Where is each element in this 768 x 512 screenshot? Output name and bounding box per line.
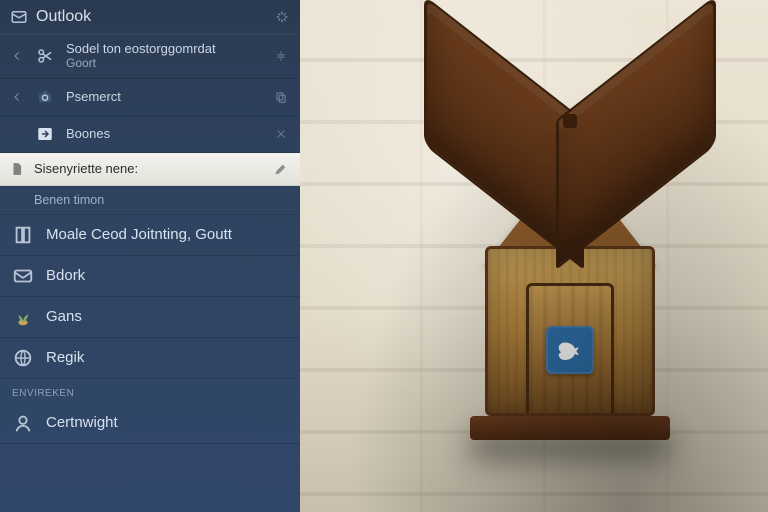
nav-item-certnwight[interactable]: Certnwight <box>0 403 300 444</box>
preview-pane <box>300 0 768 512</box>
envelope-icon <box>10 263 36 289</box>
close-icon[interactable] <box>272 125 290 143</box>
sidebar-nav-list: Moale Ceod Joitnting, Goutt Bdork Gans R… <box>0 215 300 444</box>
nav-item-label: Bdork <box>46 267 290 284</box>
chevron-left-icon <box>10 90 24 104</box>
nav-item-label: Regik <box>46 349 290 366</box>
book-icon <box>10 222 36 248</box>
sidebar-item-label: Boones <box>66 126 262 141</box>
nav-item-label: Gans <box>46 308 290 325</box>
sidebar-item-label: Sisenyriette nene: <box>34 161 262 176</box>
app-badge-icon <box>546 326 594 374</box>
nav-item-moale[interactable]: Moale Ceod Joitnting, Goutt <box>0 215 300 256</box>
sidebar-item-boones[interactable]: Boones <box>0 116 300 153</box>
options-icon[interactable] <box>272 47 290 65</box>
document-icon <box>10 162 24 176</box>
sidebar-item-selected[interactable]: Sisenyriette nene: <box>0 153 300 186</box>
scissors-icon <box>34 45 56 67</box>
globe-icon <box>10 345 36 371</box>
sidebar-item-account[interactable]: Sodel ton eostorggomrdat Goort <box>0 35 300 79</box>
nav-item-bdork[interactable]: Bdork <box>0 256 300 297</box>
star-person-icon <box>10 410 36 436</box>
nav-item-label: Moale Ceod Joitnting, Goutt <box>46 226 290 243</box>
nav-section-label: ENVIREKEN <box>0 379 300 403</box>
sidebar-item-label: Sodel ton eostorggomrdat Goort <box>66 42 262 71</box>
copy-icon[interactable] <box>272 88 290 106</box>
nav-item-regik[interactable]: Regik <box>0 338 300 379</box>
header-settings-icon[interactable] <box>274 9 290 25</box>
app-title: Outlook <box>36 8 91 26</box>
birdhouse-illustration <box>430 120 710 450</box>
sidebar-item-label: Benen timon <box>34 193 290 207</box>
sidebar: Outlook Sodel ton eostorggomrdat Goort P… <box>0 0 300 512</box>
outlook-app-icon <box>10 8 28 26</box>
nav-item-gans[interactable]: Gans <box>0 297 300 338</box>
plant-icon <box>10 304 36 330</box>
nav-item-label: Certnwight <box>46 414 290 431</box>
sidebar-subitem-benen[interactable]: Benen timon <box>0 186 300 215</box>
chevron-left-icon <box>10 49 24 63</box>
arrow-right-box-icon <box>34 123 56 145</box>
sidebar-item-psemerct[interactable]: Psemerct <box>0 79 300 116</box>
app-header: Outlook <box>0 0 300 35</box>
camera-icon <box>34 86 56 108</box>
sidebar-item-label: Psemerct <box>66 89 262 104</box>
edit-icon[interactable] <box>272 160 290 178</box>
